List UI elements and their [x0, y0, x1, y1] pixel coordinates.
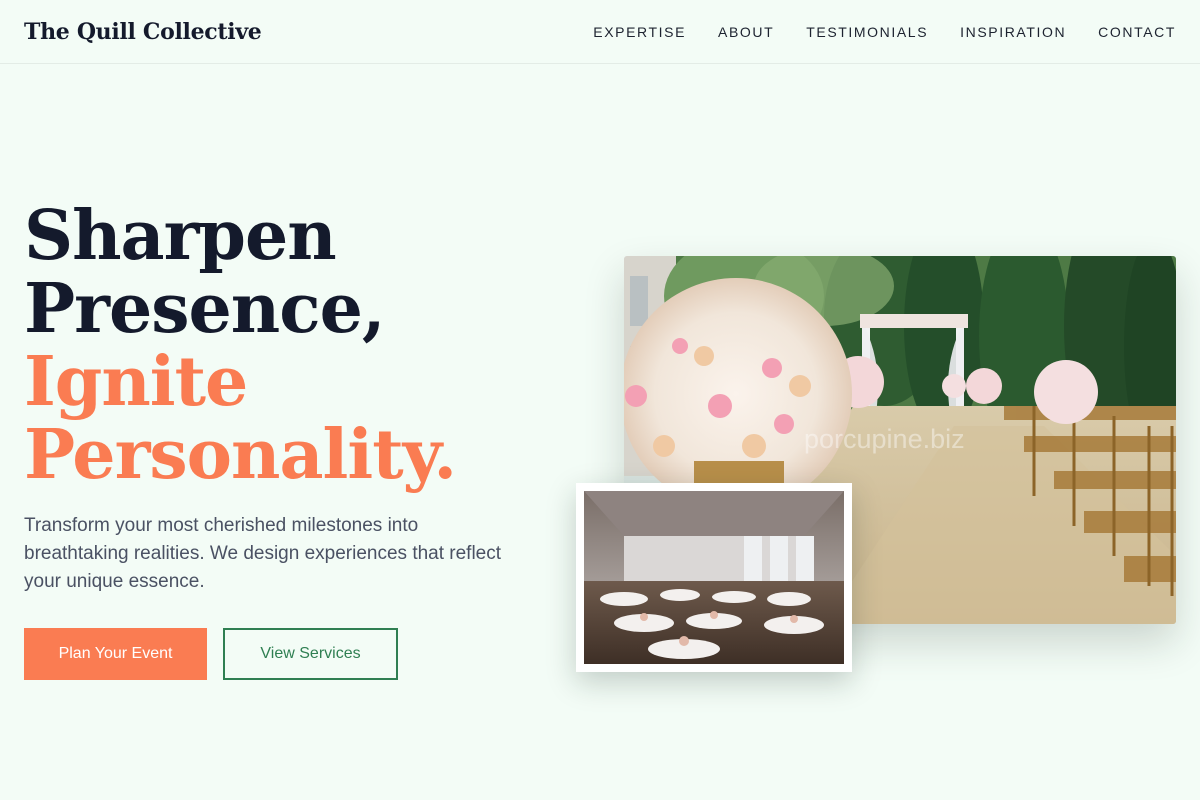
nav-expertise[interactable]: EXPERTISE — [593, 24, 686, 40]
hero-title-line2: Presence, — [24, 269, 386, 349]
reception-photo — [576, 483, 852, 672]
nav-testimonials[interactable]: TESTIMONIALS — [806, 24, 928, 40]
hero-description: Transform your most cherished milestones… — [24, 515, 502, 592]
view-services-button[interactable]: View Services — [223, 628, 398, 680]
site-header: The Quill Collective EXPERTISE ABOUT TES… — [0, 0, 1200, 64]
image-watermark: porcupine.biz — [804, 424, 965, 454]
plan-event-button[interactable]: Plan Your Event — [24, 628, 207, 680]
nav-contact[interactable]: CONTACT — [1098, 24, 1176, 40]
hero-title-line4: Personality. — [24, 415, 457, 495]
main-nav: EXPERTISE ABOUT TESTIMONIALS INSPIRATION… — [593, 24, 1176, 40]
brand-logo[interactable]: The Quill Collective — [24, 19, 262, 45]
hero-title: Sharpen Presence, Ignite Personality. — [24, 200, 584, 492]
nav-about[interactable]: ABOUT — [718, 24, 774, 40]
hero-title-line3: Ignite — [24, 342, 248, 422]
nav-inspiration[interactable]: INSPIRATION — [960, 24, 1066, 40]
hero-title-line1: Sharpen — [24, 196, 337, 276]
